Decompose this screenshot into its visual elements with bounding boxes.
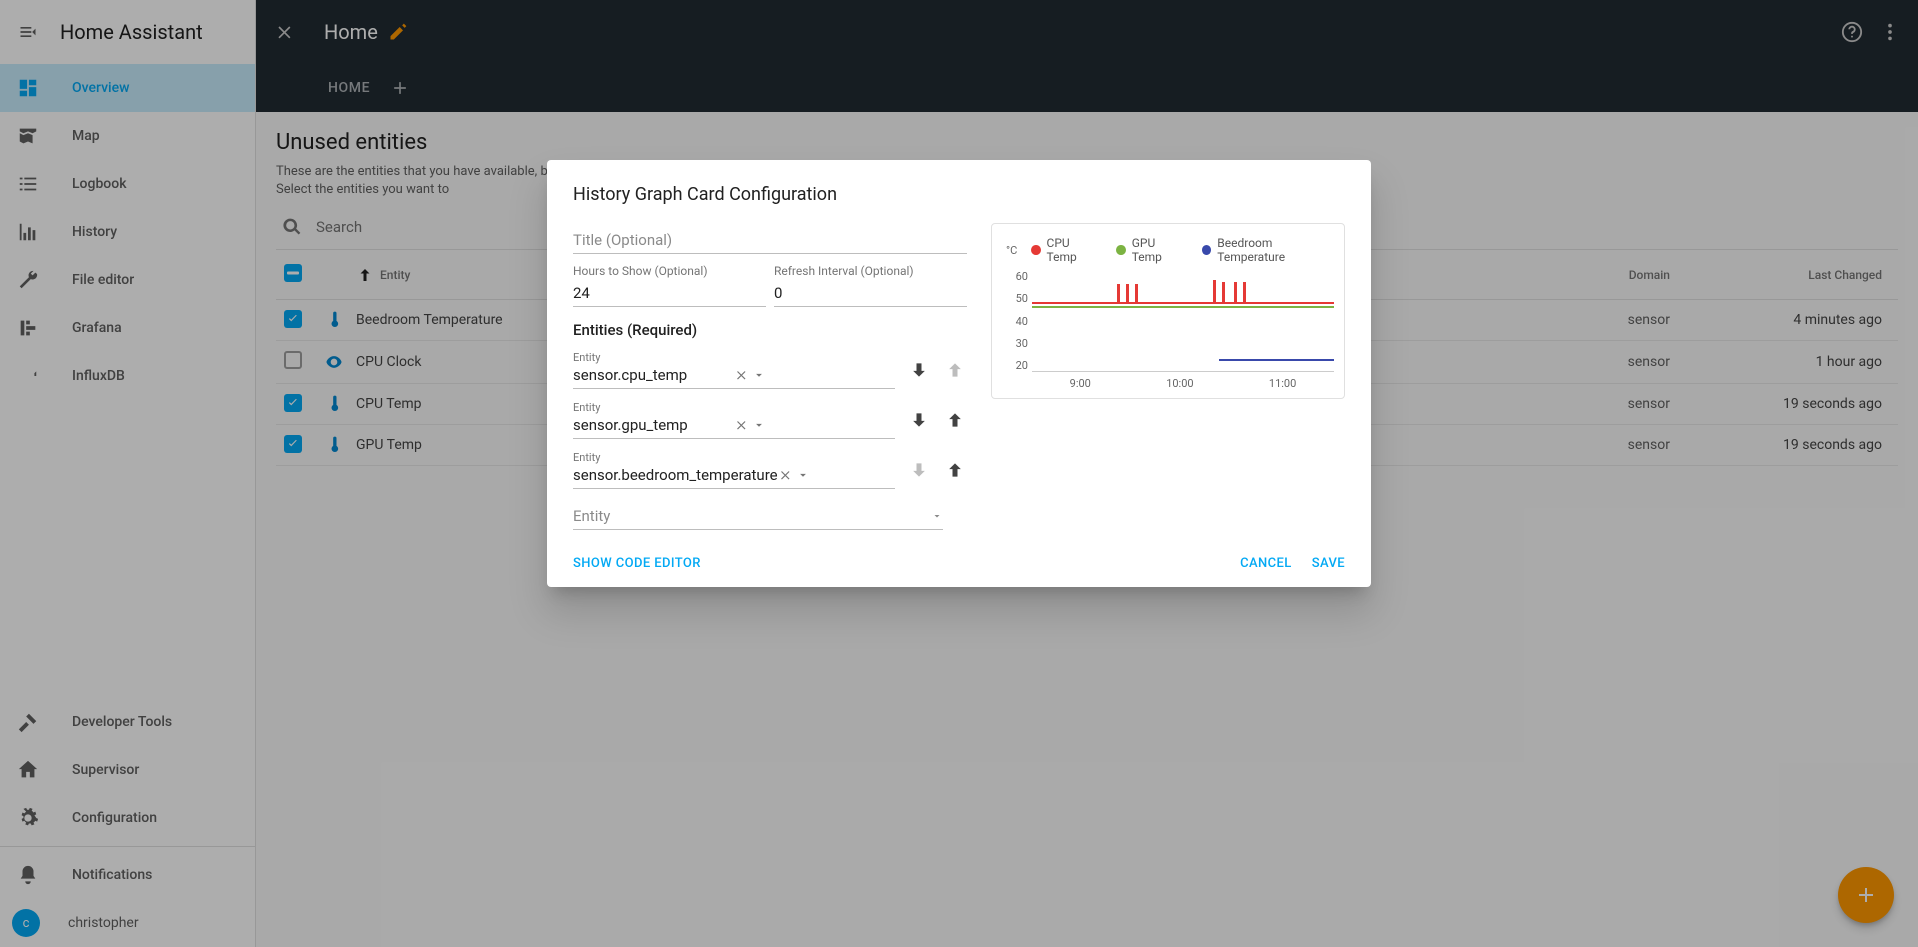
hours-input[interactable]	[573, 280, 766, 307]
legend-gpu: GPU Temp	[1132, 236, 1184, 264]
chart-legend: °C CPU Temp GPU Temp Beedroom Temperatur…	[1034, 236, 1334, 264]
clear-icon[interactable]	[734, 418, 748, 432]
move-up-icon[interactable]	[943, 408, 967, 432]
entity-value: sensor.gpu_temp	[573, 416, 734, 434]
save-button[interactable]: SAVE	[1312, 556, 1345, 571]
entities-section-label: Entities (Required)	[573, 321, 967, 339]
legend-cpu: CPU Temp	[1047, 236, 1099, 264]
move-down-icon[interactable]	[907, 358, 931, 382]
entity-field-label: Entity	[573, 351, 895, 364]
title-placeholder: Title (Optional)	[573, 223, 967, 254]
chart-area: 60 50 40 30 20	[1032, 270, 1334, 390]
entity-config-row: Entity sensor.beedroom_temperature	[573, 451, 967, 489]
dialog-title: History Graph Card Configuration	[573, 184, 1345, 205]
clear-icon[interactable]	[734, 368, 748, 382]
dialog-footer: SHOW CODE EDITOR CANCEL SAVE	[573, 556, 1345, 571]
dialog-history-graph-config: History Graph Card Configuration Title (…	[547, 160, 1371, 587]
y-axis-labels: 60 50 40 30 20	[1008, 270, 1028, 372]
series-cpu-line	[1032, 302, 1334, 304]
show-code-editor-button[interactable]: SHOW CODE EDITOR	[573, 556, 701, 571]
refresh-input[interactable]	[774, 280, 967, 307]
entity-field[interactable]: Entity sensor.gpu_temp	[573, 401, 895, 439]
modal-overlay[interactable]: History Graph Card Configuration Title (…	[0, 0, 1918, 947]
chevron-down-icon[interactable]	[796, 468, 810, 482]
chevron-down-icon[interactable]	[752, 418, 766, 432]
chart-plot	[1032, 270, 1334, 372]
legend-beedroom: Beedroom Temperature	[1217, 236, 1334, 264]
title-field[interactable]: Title (Optional)	[573, 223, 967, 254]
entity-field-label: Entity	[573, 451, 895, 464]
refresh-label: Refresh Interval (Optional)	[774, 264, 967, 278]
move-down-icon[interactable]	[907, 408, 931, 432]
hours-label: Hours to Show (Optional)	[573, 264, 766, 278]
series-beedroom-line	[1219, 359, 1334, 361]
entity-config-row: Entity sensor.gpu_temp	[573, 401, 967, 439]
entity-value: sensor.cpu_temp	[573, 366, 734, 384]
chevron-down-icon	[931, 510, 943, 522]
move-up-icon	[943, 358, 967, 382]
refresh-interval-field[interactable]: Refresh Interval (Optional)	[774, 264, 967, 307]
series-gpu-line	[1032, 306, 1334, 308]
entity-field[interactable]: Entity sensor.cpu_temp	[573, 351, 895, 389]
move-up-icon[interactable]	[943, 458, 967, 482]
move-down-icon	[907, 458, 931, 482]
entity-value: sensor.beedroom_temperature	[573, 466, 778, 484]
x-axis-labels: 9:00 10:00 11:00	[1032, 377, 1334, 390]
history-graph-preview: °C CPU Temp GPU Temp Beedroom Temperatur…	[991, 223, 1345, 399]
entity-config-row: Entity sensor.cpu_temp	[573, 351, 967, 389]
cancel-button[interactable]: CANCEL	[1240, 556, 1292, 571]
chart-unit: °C	[1006, 244, 1017, 257]
add-entity-placeholder: Entity	[573, 507, 931, 525]
add-entity-field[interactable]: Entity	[573, 501, 943, 530]
entity-field-label: Entity	[573, 401, 895, 414]
clear-icon[interactable]	[778, 468, 792, 482]
entity-field[interactable]: Entity sensor.beedroom_temperature	[573, 451, 895, 489]
chevron-down-icon[interactable]	[752, 368, 766, 382]
hours-to-show-field[interactable]: Hours to Show (Optional)	[573, 264, 766, 307]
